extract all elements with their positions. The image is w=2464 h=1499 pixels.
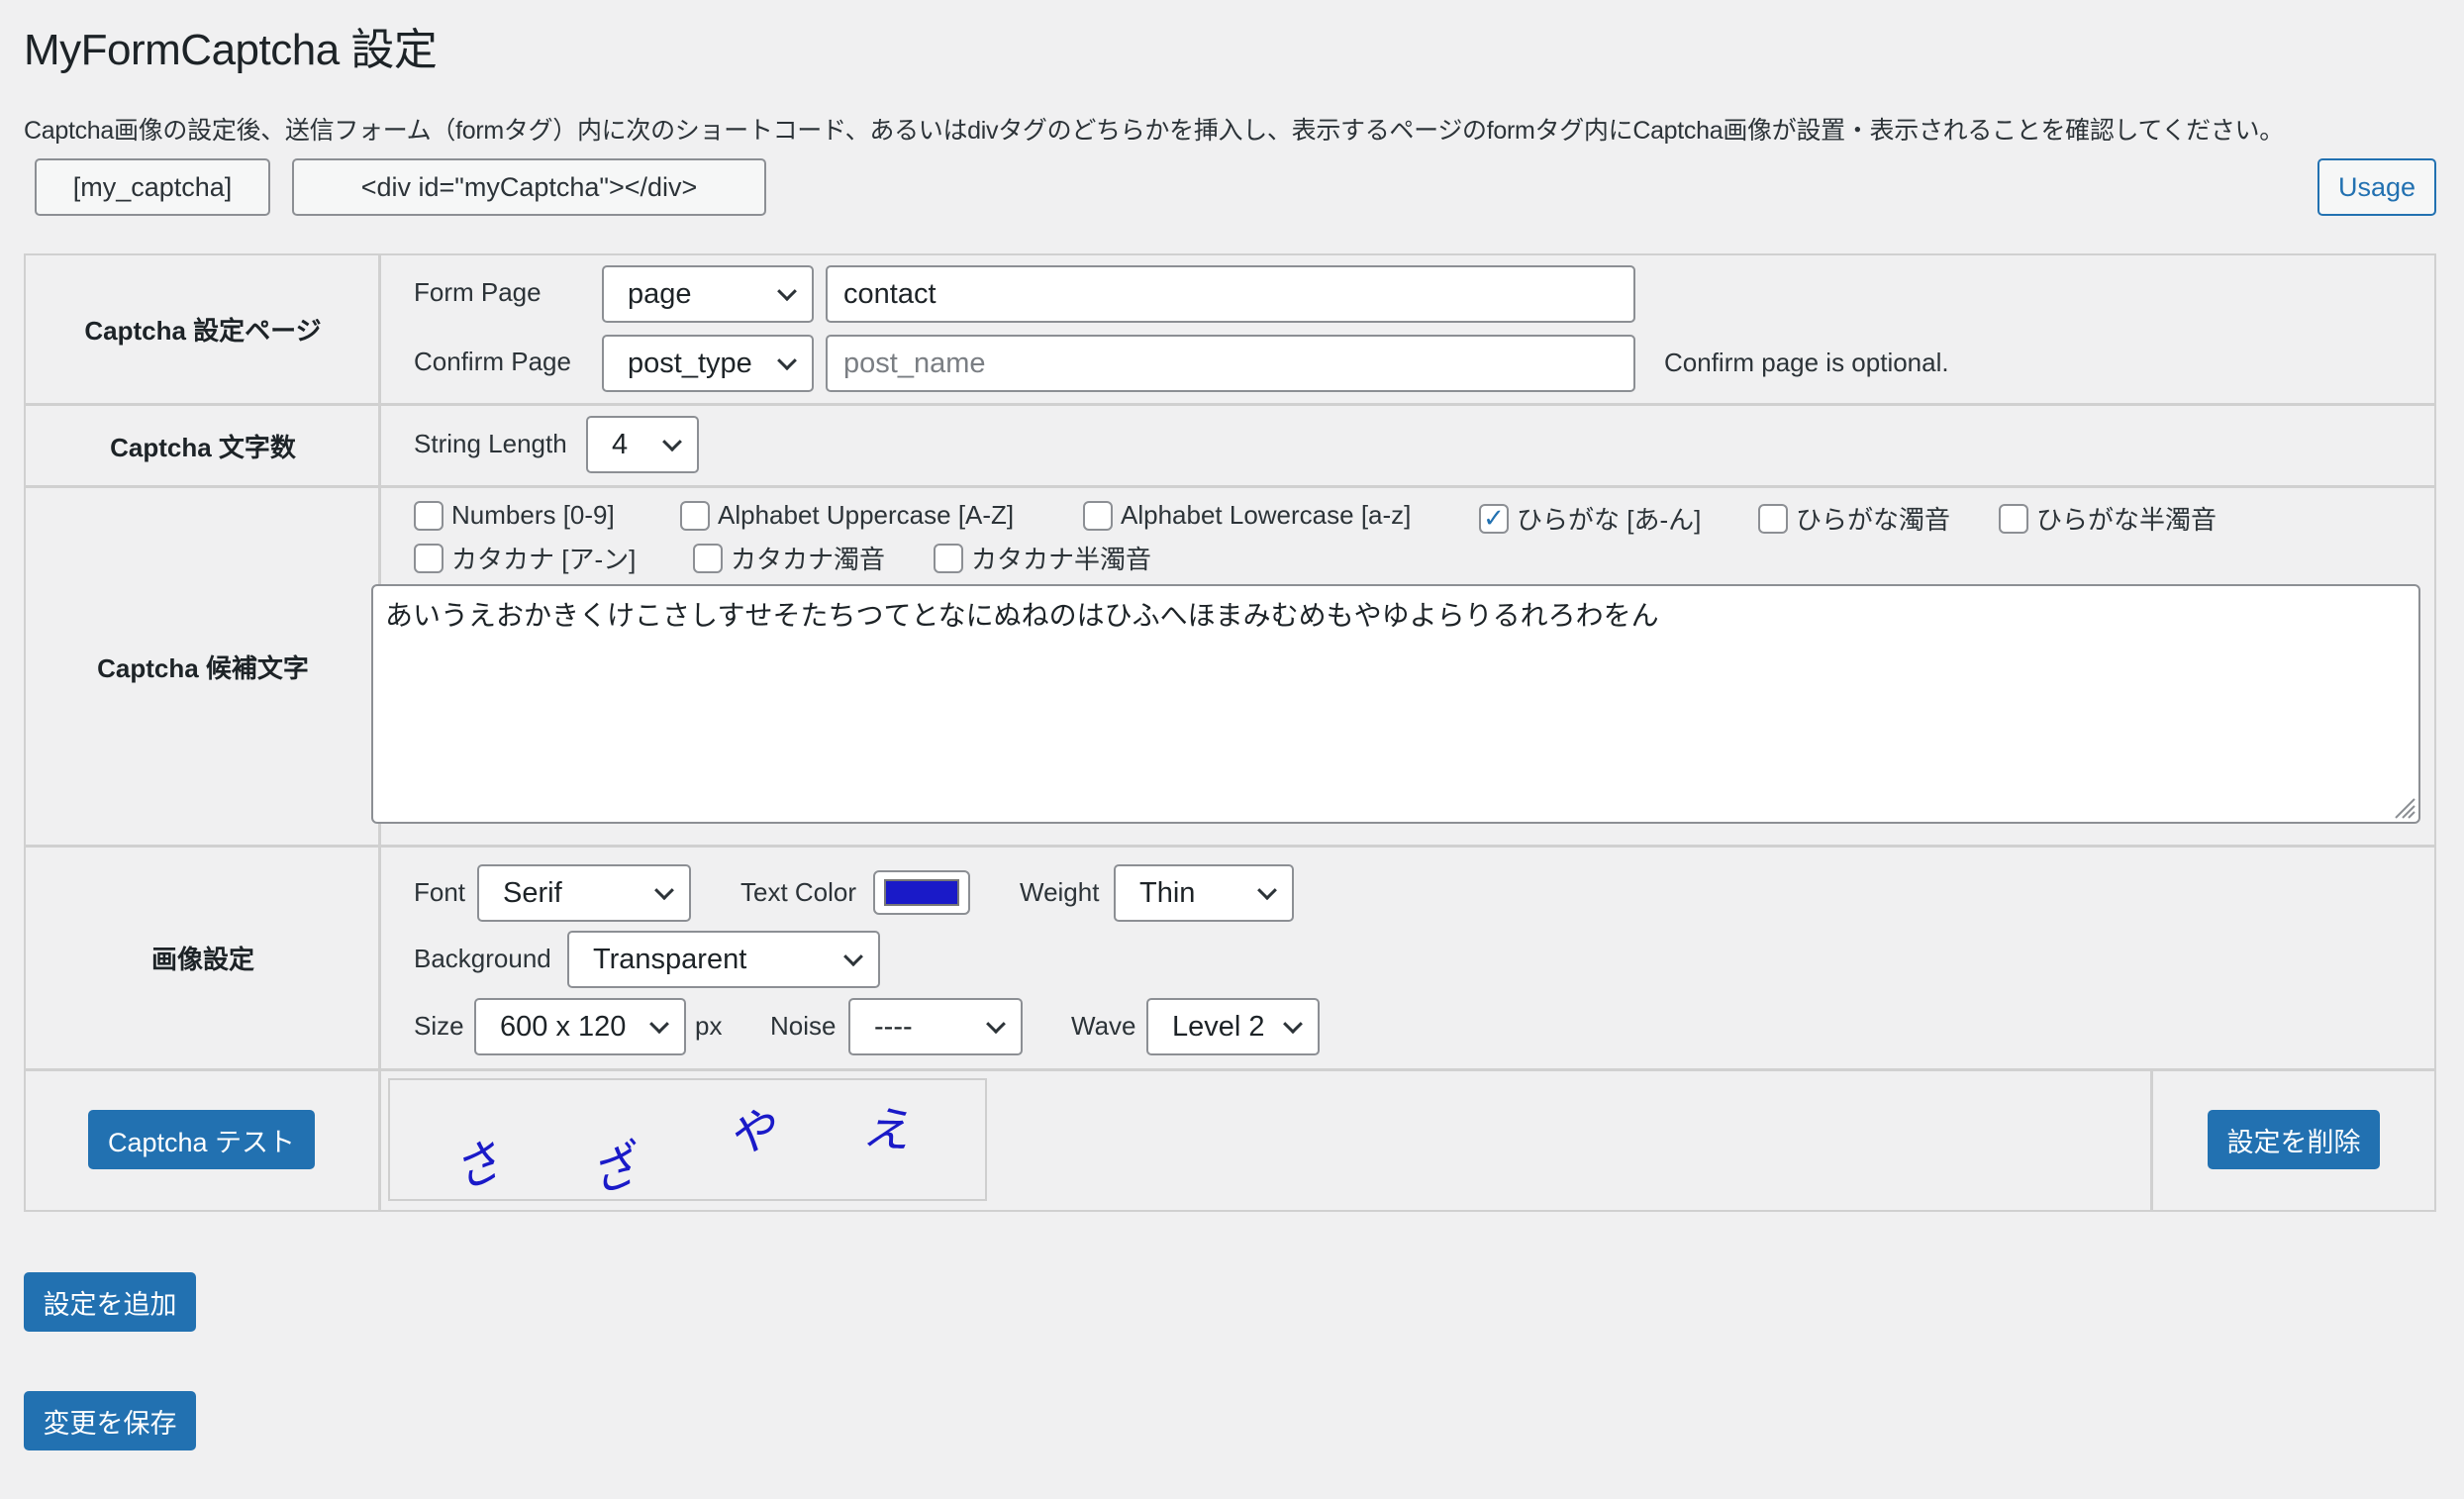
row-label-page: Captcha 設定ページ bbox=[84, 316, 322, 346]
chevron-down-icon bbox=[662, 432, 682, 452]
size-unit: px bbox=[695, 1011, 723, 1041]
size-value: 600 x 120 bbox=[500, 1010, 627, 1043]
checkbox-label: ひらがな半濁音 bbox=[2036, 505, 2218, 535]
noise-select[interactable]: ---- bbox=[848, 998, 1023, 1055]
captcha-char: ざ bbox=[581, 1137, 645, 1206]
chevron-down-icon bbox=[1283, 1014, 1303, 1035]
checkbox-label: カタカナ濁音 bbox=[731, 545, 886, 574]
background-value: Transparent bbox=[593, 943, 747, 975]
string-length-label: String Length bbox=[414, 429, 567, 458]
chevron-down-icon bbox=[1257, 880, 1277, 901]
checkbox-hiragana-handakuon[interactable]: ひらがな半濁音 bbox=[1999, 500, 2217, 537]
font-select[interactable]: Serif bbox=[477, 864, 691, 922]
background-label: Background bbox=[414, 944, 551, 973]
chevron-down-icon bbox=[843, 947, 863, 967]
checkbox-label: Alphabet Lowercase [a-z] bbox=[1121, 500, 1412, 530]
checkbox-katakana-handakuon[interactable]: カタカナ半濁音 bbox=[934, 540, 1151, 576]
usage-button[interactable]: Usage bbox=[2317, 158, 2436, 216]
column-divider bbox=[2150, 1068, 2153, 1210]
checkbox-numbers[interactable]: Numbers [0-9] bbox=[414, 500, 615, 531]
chevron-down-icon bbox=[986, 1014, 1006, 1035]
checkbox-label: カタカナ [ア-ン] bbox=[451, 545, 637, 574]
candidate-characters-text: あいうえおかきくけこさしすせそたちつてとなにぬねのはひふへほまみむめもやゆよらり… bbox=[385, 600, 1659, 631]
delete-setting-button[interactable]: 設定を削除 bbox=[2208, 1110, 2380, 1169]
form-page-type-value: page bbox=[628, 277, 692, 310]
background-select[interactable]: Transparent bbox=[567, 931, 880, 988]
noise-value: ---- bbox=[874, 1010, 913, 1043]
checkbox-box[interactable] bbox=[934, 543, 963, 573]
checkbox-box[interactable] bbox=[1999, 503, 2028, 534]
captcha-char: さ bbox=[444, 1132, 511, 1203]
form-page-input[interactable]: contact bbox=[826, 265, 1635, 323]
checkbox-katakana-dakuon[interactable]: カタカナ濁音 bbox=[693, 540, 885, 576]
font-value: Serif bbox=[503, 876, 562, 909]
row-divider bbox=[26, 1068, 2434, 1071]
checkbox-label: ひらがな濁音 bbox=[1796, 505, 1951, 535]
wave-label: Wave bbox=[1071, 1011, 1136, 1041]
form-page-type-select[interactable]: page bbox=[602, 265, 814, 323]
checkmark-icon: ✓ bbox=[1483, 503, 1505, 533]
font-label: Font bbox=[414, 877, 466, 907]
checkbox-box[interactable] bbox=[680, 500, 710, 531]
row-label-chars: Captcha 候補文字 bbox=[97, 652, 309, 683]
chevron-down-icon bbox=[649, 1014, 669, 1035]
row-label-length: Captcha 文字数 bbox=[110, 432, 296, 462]
color-swatch bbox=[884, 879, 959, 906]
captcha-test-button[interactable]: Captcha テスト bbox=[88, 1110, 315, 1169]
checkbox-box[interactable] bbox=[1083, 500, 1113, 531]
chevron-down-icon bbox=[777, 281, 797, 302]
captcha-preview-image: さ ざ や え bbox=[388, 1078, 987, 1205]
captcha-char: や bbox=[721, 1100, 782, 1167]
size-label: Size bbox=[414, 1011, 464, 1041]
add-setting-button[interactable]: 設定を追加 bbox=[24, 1272, 196, 1332]
resize-handle-icon[interactable] bbox=[2394, 797, 2415, 819]
div-tag-button[interactable]: <div id="myCaptcha"></div> bbox=[292, 158, 766, 216]
checkbox-hiragana-dakuon[interactable]: ひらがな濁音 bbox=[1758, 500, 1950, 537]
confirm-page-type-value: post_type bbox=[628, 347, 752, 379]
checkbox-box[interactable] bbox=[1758, 503, 1788, 534]
checkbox-lowercase[interactable]: Alphabet Lowercase [a-z] bbox=[1083, 500, 1411, 531]
wave-value: Level 2 bbox=[1172, 1010, 1265, 1043]
checkbox-label: Alphabet Uppercase [A-Z] bbox=[718, 500, 1015, 530]
shortcode-button[interactable]: [my_captcha] bbox=[35, 158, 270, 216]
checkbox-label: ひらがな [あ-ん] bbox=[1517, 505, 1702, 535]
text-color-label: Text Color bbox=[740, 877, 857, 907]
confirm-page-type-select[interactable]: post_type bbox=[602, 335, 814, 392]
checkbox-uppercase[interactable]: Alphabet Uppercase [A-Z] bbox=[680, 500, 1014, 531]
confirm-page-label: Confirm Page bbox=[414, 347, 571, 376]
confirm-page-note: Confirm page is optional. bbox=[1664, 348, 1949, 377]
string-length-value: 4 bbox=[612, 428, 629, 460]
checkbox-label: Numbers [0-9] bbox=[451, 500, 615, 530]
chevron-down-icon bbox=[777, 350, 797, 371]
page-title: MyFormCaptcha 設定 bbox=[24, 26, 438, 74]
checkbox-box[interactable] bbox=[414, 500, 444, 531]
confirm-page-input[interactable]: post_name bbox=[826, 335, 1635, 392]
noise-label: Noise bbox=[770, 1011, 837, 1041]
checkbox-hiragana[interactable]: ✓ ひらがな [あ-ん] bbox=[1479, 500, 1701, 537]
checkbox-label: カタカナ半濁音 bbox=[971, 545, 1152, 574]
row-divider bbox=[26, 485, 2434, 488]
wave-select[interactable]: Level 2 bbox=[1146, 998, 1320, 1055]
row-divider bbox=[26, 403, 2434, 406]
checkbox-box[interactable] bbox=[693, 543, 723, 573]
text-color-picker[interactable] bbox=[873, 870, 970, 915]
candidate-characters-textarea[interactable]: あいうえおかきくけこさしすせそたちつてとなにぬねのはひふへほまみむめもやゆよらり… bbox=[371, 584, 2420, 824]
save-changes-button[interactable]: 変更を保存 bbox=[24, 1391, 196, 1450]
checkbox-katakana[interactable]: カタカナ [ア-ン] bbox=[414, 540, 636, 576]
checkbox-box[interactable] bbox=[414, 543, 444, 573]
instructions-text: Captcha画像の設定後、送信フォーム（formタグ）内に次のショートコード、… bbox=[24, 117, 2284, 145]
row-label-image: 画像設定 bbox=[150, 945, 254, 974]
checkbox-box[interactable]: ✓ bbox=[1479, 503, 1509, 534]
form-page-label: Form Page bbox=[414, 277, 542, 307]
weight-value: Thin bbox=[1139, 876, 1196, 909]
weight-select[interactable]: Thin bbox=[1114, 864, 1294, 922]
size-select[interactable]: 600 x 120 bbox=[474, 998, 686, 1055]
string-length-select[interactable]: 4 bbox=[586, 416, 699, 473]
row-divider bbox=[26, 845, 2434, 848]
chevron-down-icon bbox=[654, 880, 674, 901]
weight-label: Weight bbox=[1020, 877, 1100, 907]
captcha-char: え bbox=[860, 1099, 913, 1159]
